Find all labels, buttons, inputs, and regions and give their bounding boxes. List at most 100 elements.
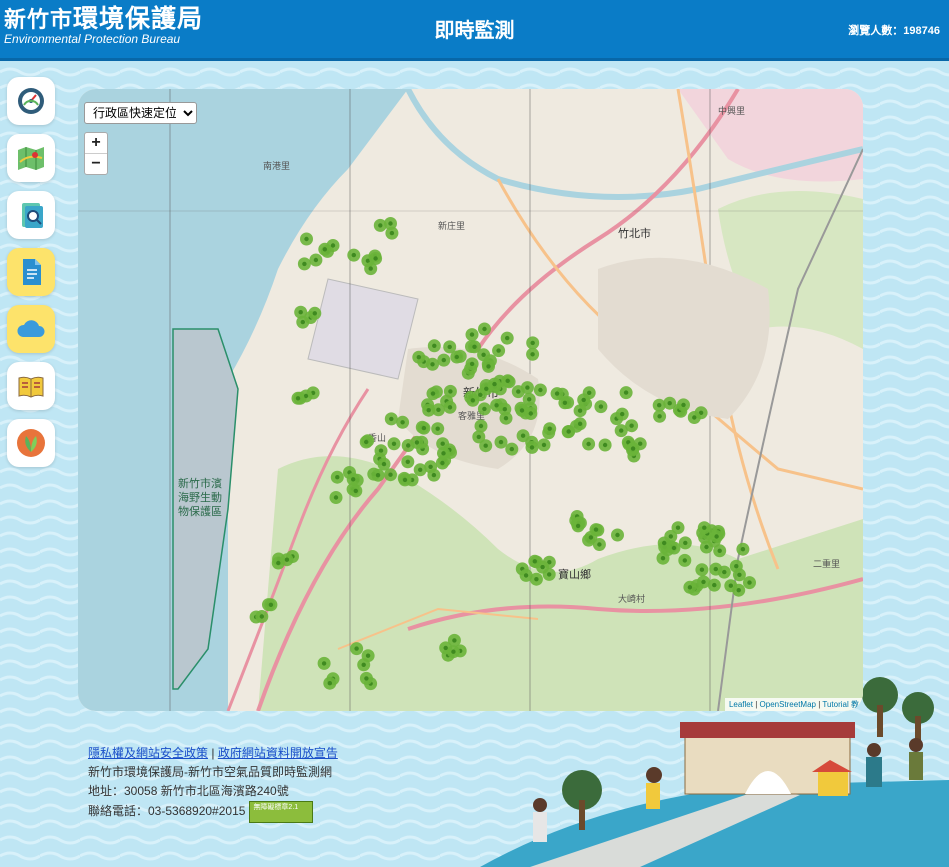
station-marker[interactable] xyxy=(291,391,305,405)
privacy-policy-link[interactable]: 隱私權及網站安全政策 xyxy=(88,746,208,760)
station-marker[interactable] xyxy=(710,530,724,543)
station-marker[interactable] xyxy=(309,253,323,267)
station-marker[interactable] xyxy=(626,442,640,456)
station-marker[interactable] xyxy=(371,468,385,482)
station-marker[interactable] xyxy=(558,396,572,410)
station-marker[interactable] xyxy=(412,350,426,364)
station-marker[interactable] xyxy=(359,435,373,449)
sidebar-item-search[interactable] xyxy=(7,191,55,239)
station-marker[interactable] xyxy=(300,232,313,246)
district-quick-locate-select[interactable]: 行政區快速定位 xyxy=(84,102,197,124)
station-marker[interactable] xyxy=(431,422,445,436)
station-marker[interactable] xyxy=(528,554,542,568)
sidebar-item-environment[interactable] xyxy=(7,419,55,467)
open-data-link[interactable]: 政府網站資料開放宣告 xyxy=(218,746,338,760)
station-marker[interactable] xyxy=(297,257,311,271)
sidebar-item-weather[interactable] xyxy=(7,305,55,353)
station-marker[interactable] xyxy=(695,563,709,577)
station-marker[interactable] xyxy=(447,633,461,647)
station-marker[interactable] xyxy=(401,455,415,469)
station-marker[interactable] xyxy=(294,305,308,319)
station-marker[interactable] xyxy=(474,419,488,433)
station-marker[interactable] xyxy=(424,460,438,474)
leaflet-link[interactable]: Leaflet xyxy=(729,700,753,709)
station-marker[interactable] xyxy=(384,468,397,482)
station-marker[interactable] xyxy=(357,658,371,672)
station-marker[interactable] xyxy=(677,398,690,412)
station-marker[interactable] xyxy=(450,350,464,364)
station-marker[interactable] xyxy=(615,407,629,421)
station-marker[interactable] xyxy=(611,528,624,542)
station-marker[interactable] xyxy=(525,440,539,454)
station-marker[interactable] xyxy=(598,438,612,452)
station-marker[interactable] xyxy=(667,541,681,555)
station-marker[interactable] xyxy=(373,218,387,232)
station-marker[interactable] xyxy=(317,656,331,670)
station-marker[interactable] xyxy=(526,336,540,350)
station-marker[interactable] xyxy=(584,530,598,544)
station-marker[interactable] xyxy=(653,409,667,423)
station-marker[interactable] xyxy=(330,470,344,484)
station-marker[interactable] xyxy=(308,306,322,320)
station-marker[interactable] xyxy=(468,340,481,354)
station-marker[interactable] xyxy=(427,339,441,353)
station-marker[interactable] xyxy=(359,671,373,685)
station-marker[interactable] xyxy=(542,567,556,581)
station-marker[interactable] xyxy=(732,583,746,597)
station-marker[interactable] xyxy=(571,519,585,533)
station-marker[interactable] xyxy=(264,598,278,612)
station-marker[interactable] xyxy=(349,484,363,498)
station-marker[interactable] xyxy=(478,322,491,336)
station-marker[interactable] xyxy=(329,491,343,504)
station-marker[interactable] xyxy=(443,400,457,414)
station-marker[interactable] xyxy=(500,331,514,345)
station-marker[interactable] xyxy=(350,642,364,656)
station-marker[interactable] xyxy=(594,400,608,414)
station-marker[interactable] xyxy=(671,521,685,535)
station-marker[interactable] xyxy=(410,435,424,449)
station-marker[interactable] xyxy=(683,580,697,594)
station-marker[interactable] xyxy=(477,402,491,416)
station-marker[interactable] xyxy=(465,328,479,342)
station-marker[interactable] xyxy=(271,556,285,570)
monitoring-map[interactable]: 新竹市濱 海野生動 物保護區 竹北市 新竹市 寶山鄉 香山 客雅里 二重里 大崎… xyxy=(78,89,863,711)
station-marker[interactable] xyxy=(364,262,378,276)
station-marker[interactable] xyxy=(479,382,493,396)
sidebar-item-map[interactable] xyxy=(7,134,55,182)
sidebar-item-knowledge[interactable] xyxy=(7,362,55,410)
station-marker[interactable] xyxy=(526,347,540,361)
tutorial-link[interactable]: Tutorial 教 xyxy=(822,700,859,709)
sidebar-item-gauge[interactable] xyxy=(7,77,55,125)
station-marker[interactable] xyxy=(524,407,538,420)
station-marker[interactable] xyxy=(437,353,451,367)
station-marker[interactable] xyxy=(511,385,525,399)
station-marker[interactable] xyxy=(707,578,721,592)
station-marker[interactable] xyxy=(687,411,701,424)
station-marker[interactable] xyxy=(347,248,361,262)
station-marker[interactable] xyxy=(492,344,506,358)
station-marker[interactable] xyxy=(736,542,750,556)
station-marker[interactable] xyxy=(678,553,692,567)
monitoring-markers[interactable] xyxy=(78,89,863,711)
station-marker[interactable] xyxy=(577,393,591,407)
station-marker[interactable] xyxy=(346,472,360,486)
station-marker[interactable] xyxy=(732,568,746,582)
station-marker[interactable] xyxy=(543,422,557,436)
station-marker[interactable] xyxy=(614,424,628,438)
station-marker[interactable] xyxy=(619,386,633,400)
station-marker[interactable] xyxy=(516,429,530,443)
zoom-in-button[interactable]: + xyxy=(85,133,107,154)
station-marker[interactable] xyxy=(713,544,727,558)
station-marker[interactable] xyxy=(426,387,440,401)
station-marker[interactable] xyxy=(437,446,450,460)
station-marker[interactable] xyxy=(384,412,398,426)
station-marker[interactable] xyxy=(537,438,551,452)
osm-link[interactable]: OpenStreetMap xyxy=(760,700,816,709)
station-marker[interactable] xyxy=(573,417,587,431)
station-marker[interactable] xyxy=(443,384,457,398)
station-marker[interactable] xyxy=(519,568,533,582)
station-marker[interactable] xyxy=(482,359,495,373)
station-marker[interactable] xyxy=(398,473,412,487)
station-marker[interactable] xyxy=(323,676,337,690)
station-marker[interactable] xyxy=(490,398,504,412)
